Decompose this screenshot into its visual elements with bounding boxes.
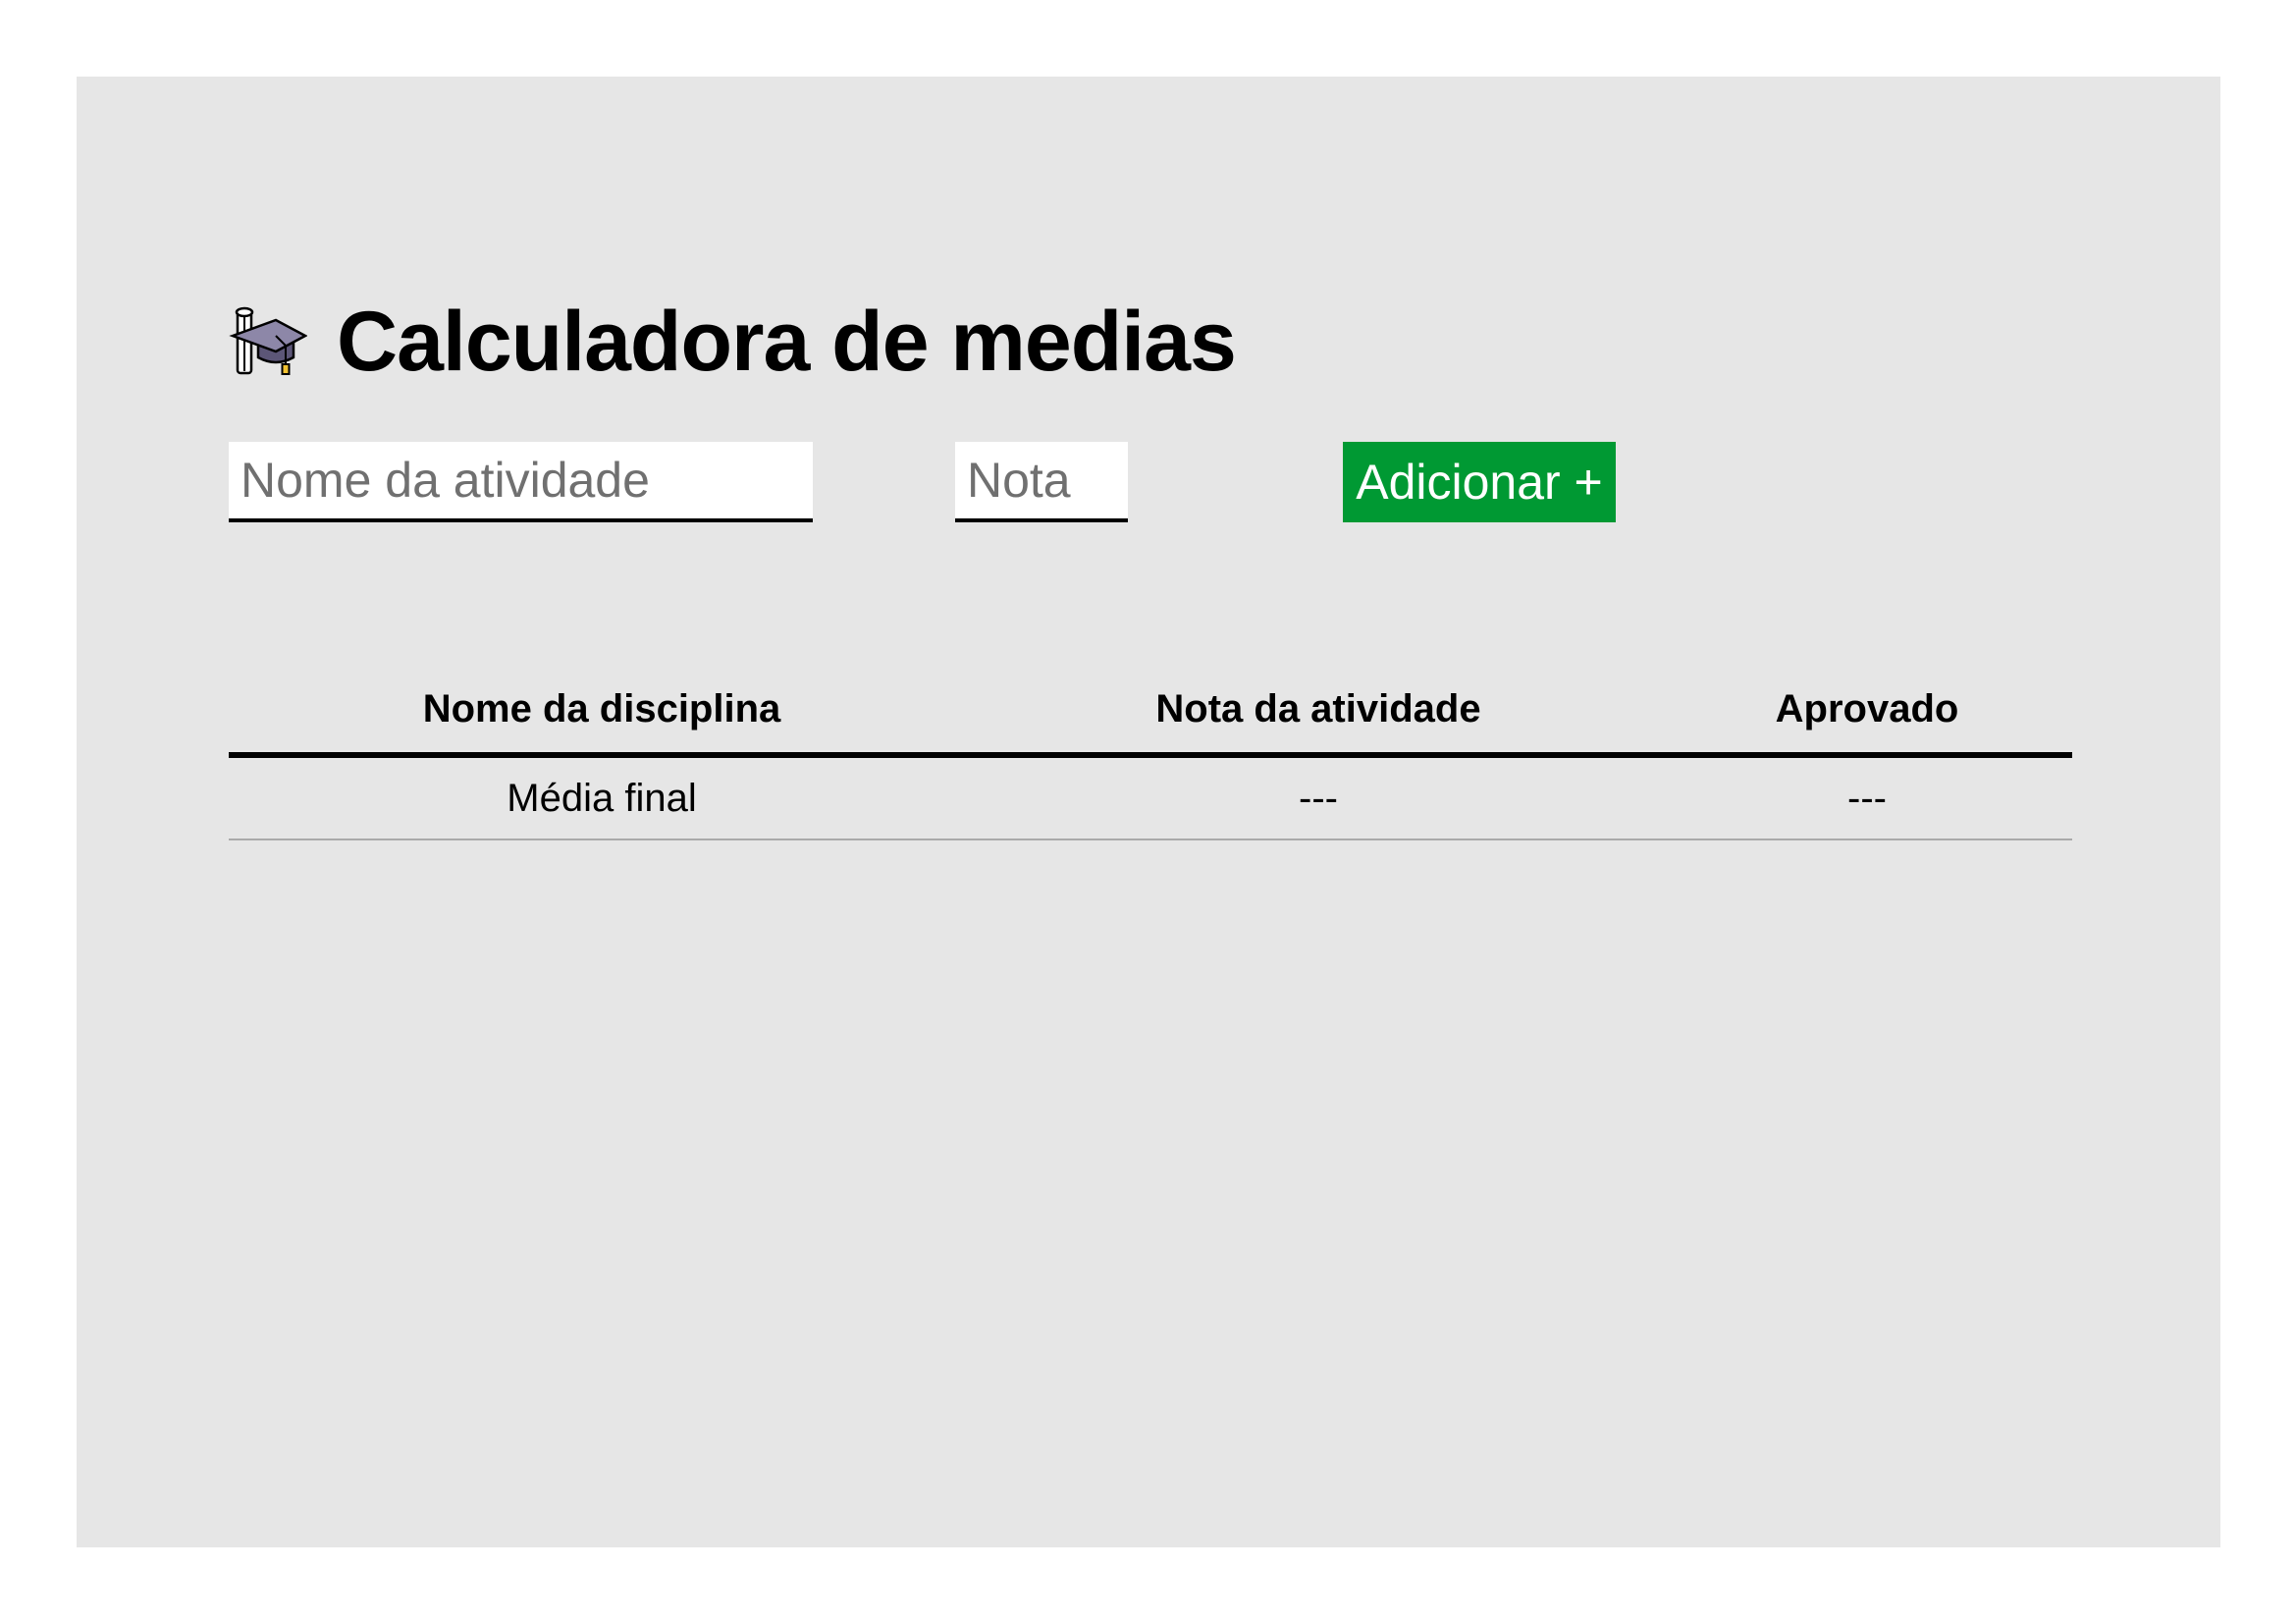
- final-average-label: Média final: [229, 755, 975, 840]
- column-header-discipline: Nome da disciplina: [229, 666, 975, 758]
- page-title: Calculadora de medias: [337, 294, 1237, 389]
- add-button[interactable]: Adicionar +: [1343, 442, 1616, 522]
- column-header-approved: Aprovado: [1662, 666, 2072, 758]
- grade-input[interactable]: [955, 442, 1128, 522]
- final-result-value: ---: [1662, 755, 2072, 840]
- table-header-row: Nome da disciplina Nota da atividade Apr…: [229, 666, 2072, 758]
- column-header-grade: Nota da atividade: [975, 666, 1662, 758]
- page-header: Calculadora de medias: [229, 283, 1237, 401]
- final-average-row: Média final --- ---: [229, 755, 2072, 840]
- page-background: Calculadora de medias Adicionar + Nome d…: [77, 77, 2220, 1547]
- activity-name-input[interactable]: [229, 442, 813, 522]
- add-activity-form: Adicionar +: [229, 442, 2072, 522]
- grades-table: Nome da disciplina Nota da atividade Apr…: [229, 666, 2072, 840]
- graduation-cap-icon: [229, 302, 307, 381]
- final-average-value: ---: [975, 755, 1662, 840]
